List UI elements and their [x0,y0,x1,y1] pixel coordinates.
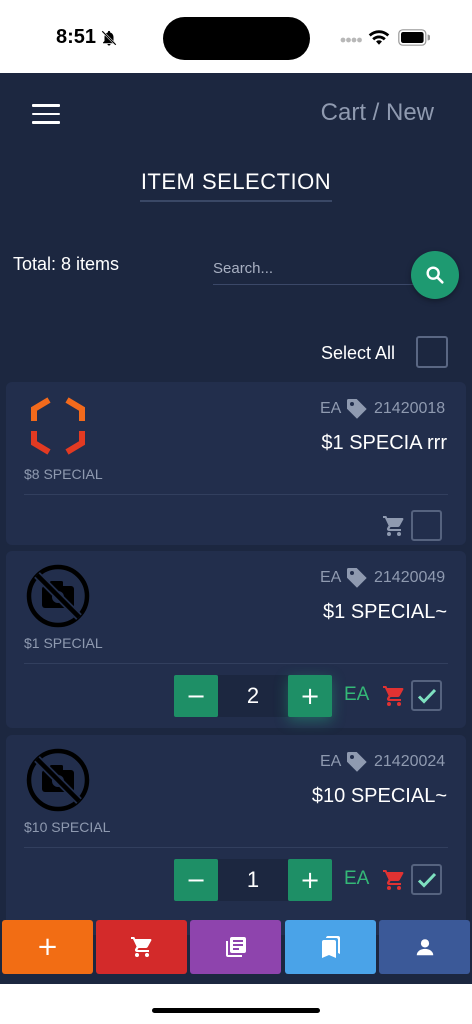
tag-icon [347,399,367,419]
search-button[interactable] [411,251,459,299]
item-card: $1 SPECIAL EA 21420049 $1 SPECIAL~ − + E… [6,551,466,728]
breadcrumb: Cart / New [320,99,434,126]
card-divider [24,494,448,495]
select-all-checkbox[interactable] [416,336,448,368]
item-uom: EA [320,569,342,586]
brand-logo [31,397,85,455]
status-bar: 8:51 [0,0,472,73]
battery-icon [398,29,430,46]
item-sub-label: $10 SPECIAL [24,819,111,835]
cart-icon [130,937,151,957]
check-icon [417,872,436,888]
no-photo-icon [26,748,90,812]
search-icon [426,266,444,284]
app-screen: Cart / New ITEM SELECTION Total: 8 items… [0,73,472,984]
quantity-input[interactable] [218,675,288,717]
item-sub-label: $1 SPECIAL [24,635,103,651]
quantity-input[interactable] [218,859,288,901]
total-count: Total: 8 items [13,254,120,274]
item-uom: EA [320,400,342,417]
cart-icon[interactable] [382,514,406,538]
search-input[interactable] [213,253,413,285]
item-sku: 21420018 [374,400,446,417]
card-divider [24,847,448,848]
item-card: $8 SPECIAL EA 21420018 $1 SPECIA rrr [6,382,466,545]
quantity-uom: EA [344,868,370,889]
item-sku: 21420049 [374,569,446,586]
dynamic-island [163,17,310,60]
cart-icon[interactable] [382,868,406,892]
quantity-plus-button[interactable]: + [288,859,332,901]
tag-icon [347,752,367,772]
quantity-minus-button[interactable]: − [174,675,218,717]
item-sku: 21420024 [374,753,446,770]
quantity-uom: EA [344,684,370,705]
select-all-label: Select All [321,343,396,363]
quantity-minus-button[interactable]: − [174,859,218,901]
title-underline [140,200,332,202]
check-icon [417,688,436,704]
card-divider [24,663,448,664]
cart-icon[interactable] [382,684,406,708]
item-checkbox[interactable] [411,680,442,711]
item-name: $10 SPECIAL~ [311,785,447,807]
page-title: ITEM SELECTION [140,169,332,194]
nav-profile-button[interactable] [379,920,470,974]
home-area [0,984,472,1024]
item-name: $1 SPECIAL~ [323,601,447,623]
nav-catalog-button[interactable] [190,920,281,974]
item-name: $1 SPECIA rrr [321,432,447,454]
nav-bookmarks-button[interactable] [285,920,376,974]
item-uom: EA [320,753,342,770]
home-indicator[interactable] [152,1008,320,1013]
nav-add-button[interactable]: + [2,920,93,974]
wifi-icon [368,30,390,45]
item-sub-label: $8 SPECIAL [24,466,103,482]
bottom-nav: + [0,920,472,975]
nav-cart-button[interactable] [96,920,187,974]
no-photo-icon [26,564,90,628]
status-time: 8:51 [56,26,97,48]
menu-icon[interactable] [32,104,60,126]
quantity-plus-button[interactable]: + [288,675,332,717]
item-checkbox[interactable] [411,864,442,895]
plus-icon: + [36,932,59,962]
person-icon [416,939,433,956]
library-icon [225,937,246,957]
bell-slash-icon [101,30,117,46]
item-card: $10 SPECIAL EA 21420024 $10 SPECIAL~ − +… [6,735,466,935]
item-checkbox[interactable] [411,510,442,541]
signal-icon [340,37,362,43]
tag-icon [347,568,367,588]
bookmarks-icon [321,936,340,958]
